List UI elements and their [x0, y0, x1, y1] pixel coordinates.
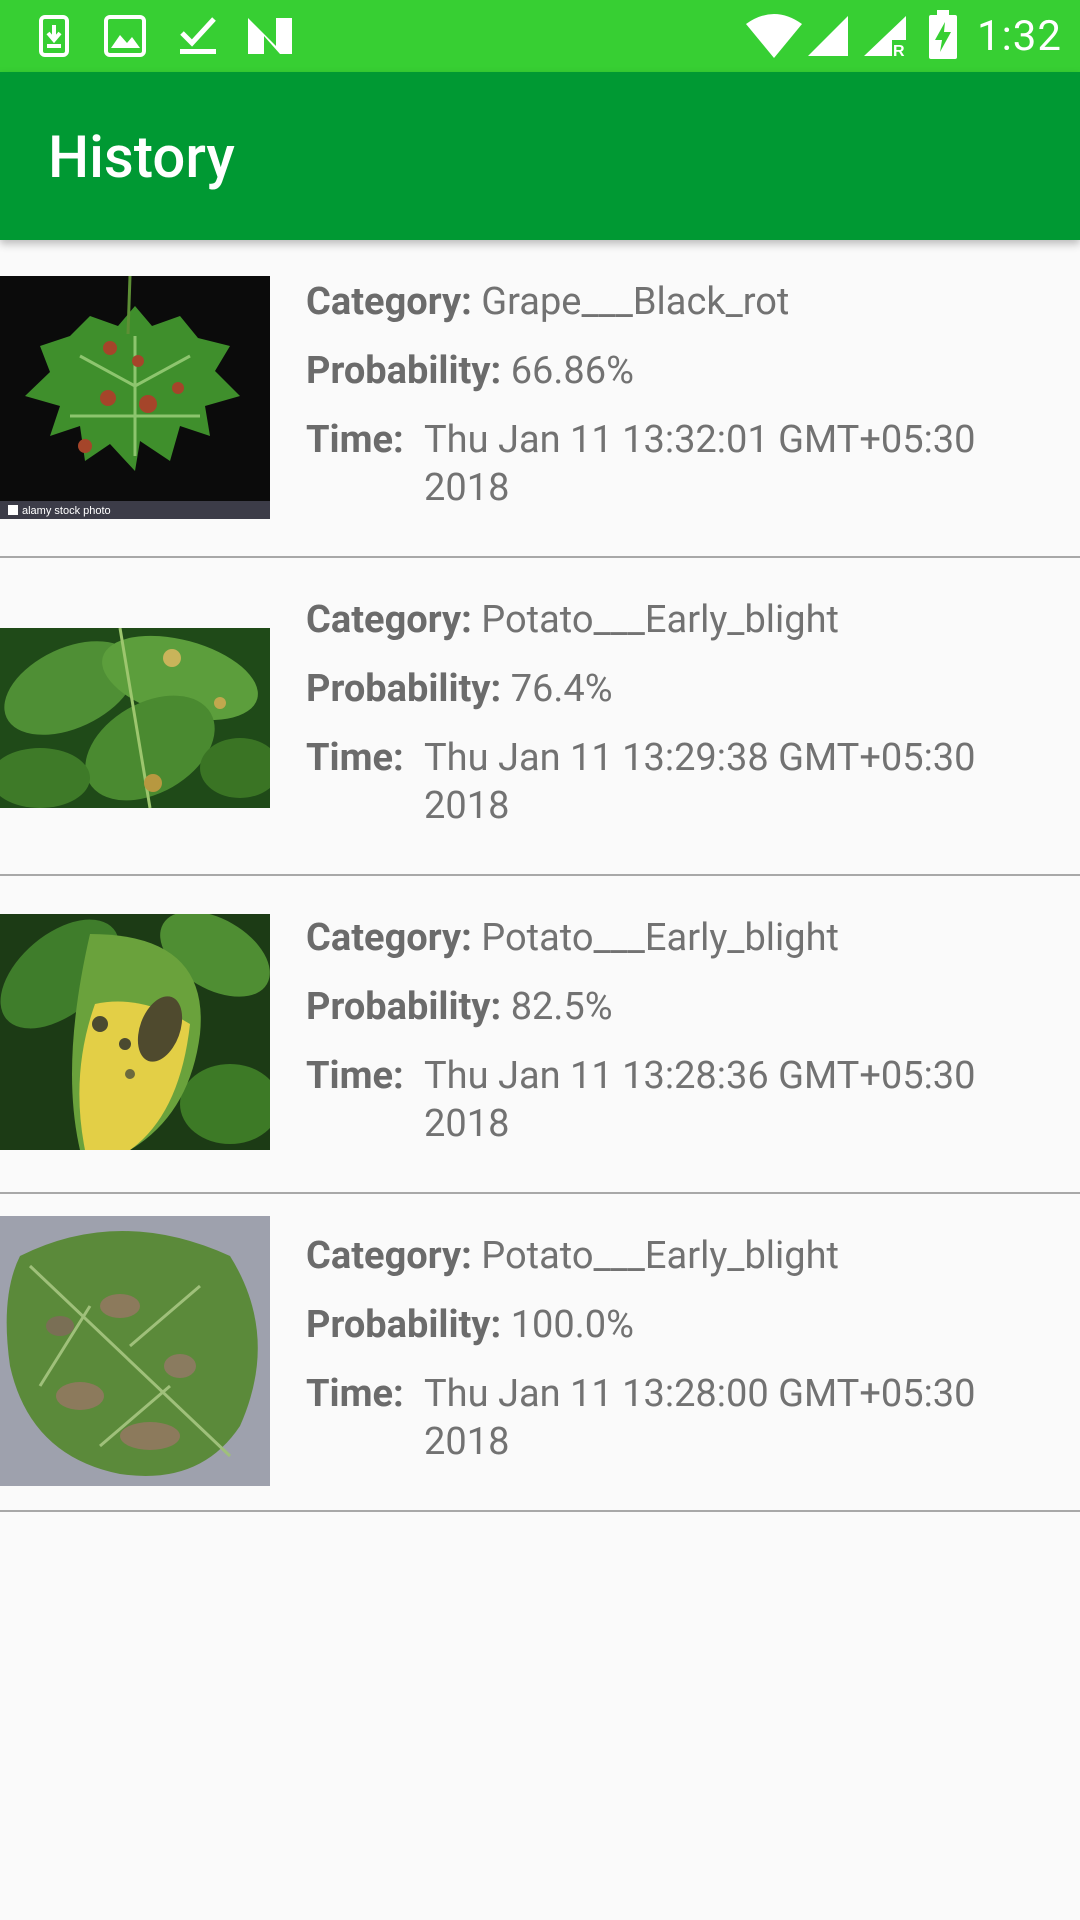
download-icon	[39, 15, 69, 57]
status-bar: R 1:32	[0, 0, 1080, 72]
category-value: Potato___Early_blight	[481, 1234, 839, 1278]
signal-icon	[808, 16, 848, 56]
history-info: Category: Potato___Early_blight Probabil…	[306, 596, 1046, 851]
roaming-letter: R	[893, 43, 905, 58]
category-label: Category:	[306, 280, 472, 324]
probability-value: 76.4%	[510, 667, 613, 711]
history-info: Category: Potato___Early_blight Probabil…	[306, 1232, 1046, 1487]
time-value: Thu Jan 11 13:32:01 GMT+05:30 2018	[424, 418, 976, 510]
category-value: Potato___Early_blight	[481, 916, 839, 960]
page-title: History	[48, 124, 235, 192]
n-icon	[248, 18, 292, 54]
app-bar: History	[0, 72, 1080, 240]
history-item[interactable]: Category: Potato___Early_blight Probabil…	[0, 1194, 1080, 1512]
leaf-thumbnail	[0, 628, 270, 808]
check-icon	[180, 17, 216, 54]
battery-charging-icon	[929, 10, 957, 59]
leaf-thumbnail: alamy stock photo	[0, 276, 270, 519]
time-value: Thu Jan 11 13:29:38 GMT+05:30 2018	[424, 736, 976, 828]
probability-label: Probability:	[306, 1303, 502, 1347]
thumbnail-watermark: alamy stock photo	[22, 505, 111, 517]
history-info: Category: Potato___Early_blight Probabil…	[306, 914, 1046, 1169]
time-value: Thu Jan 11 13:28:00 GMT+05:30 2018	[424, 1372, 976, 1464]
category-value: Grape___Black_rot	[481, 280, 790, 324]
leaf-thumbnail	[0, 1216, 270, 1486]
wifi-icon	[746, 14, 802, 58]
category-label: Category:	[306, 598, 472, 642]
probability-label: Probability:	[306, 667, 502, 711]
history-list: alamy stock photo Category: Grape___Blac…	[0, 240, 1080, 1512]
time-label: Time:	[306, 736, 404, 780]
image-icon	[104, 15, 146, 57]
probability-label: Probability:	[306, 349, 502, 393]
time-value: Thu Jan 11 13:28:36 GMT+05:30 2018	[424, 1054, 976, 1146]
history-item[interactable]: Category: Potato___Early_blight Probabil…	[0, 876, 1080, 1194]
probability-label: Probability:	[306, 985, 502, 1029]
history-info: Category: Grape___Black_rot Probability:…	[306, 278, 1046, 533]
probability-value: 82.5%	[510, 985, 613, 1029]
probability-value: 100.0%	[510, 1303, 634, 1347]
history-item[interactable]: alamy stock photo Category: Grape___Blac…	[0, 240, 1080, 558]
time-label: Time:	[306, 418, 404, 462]
status-time: 1:32	[977, 12, 1062, 61]
category-label: Category:	[306, 916, 472, 960]
time-label: Time:	[306, 1372, 404, 1416]
history-item[interactable]: Category: Potato___Early_blight Probabil…	[0, 558, 1080, 876]
category-value: Potato___Early_blight	[481, 598, 839, 642]
category-label: Category:	[306, 1234, 472, 1278]
time-label: Time:	[306, 1054, 404, 1098]
signal-roaming-icon: R	[864, 16, 906, 58]
leaf-thumbnail	[0, 914, 270, 1150]
probability-value: 66.86%	[510, 349, 634, 393]
